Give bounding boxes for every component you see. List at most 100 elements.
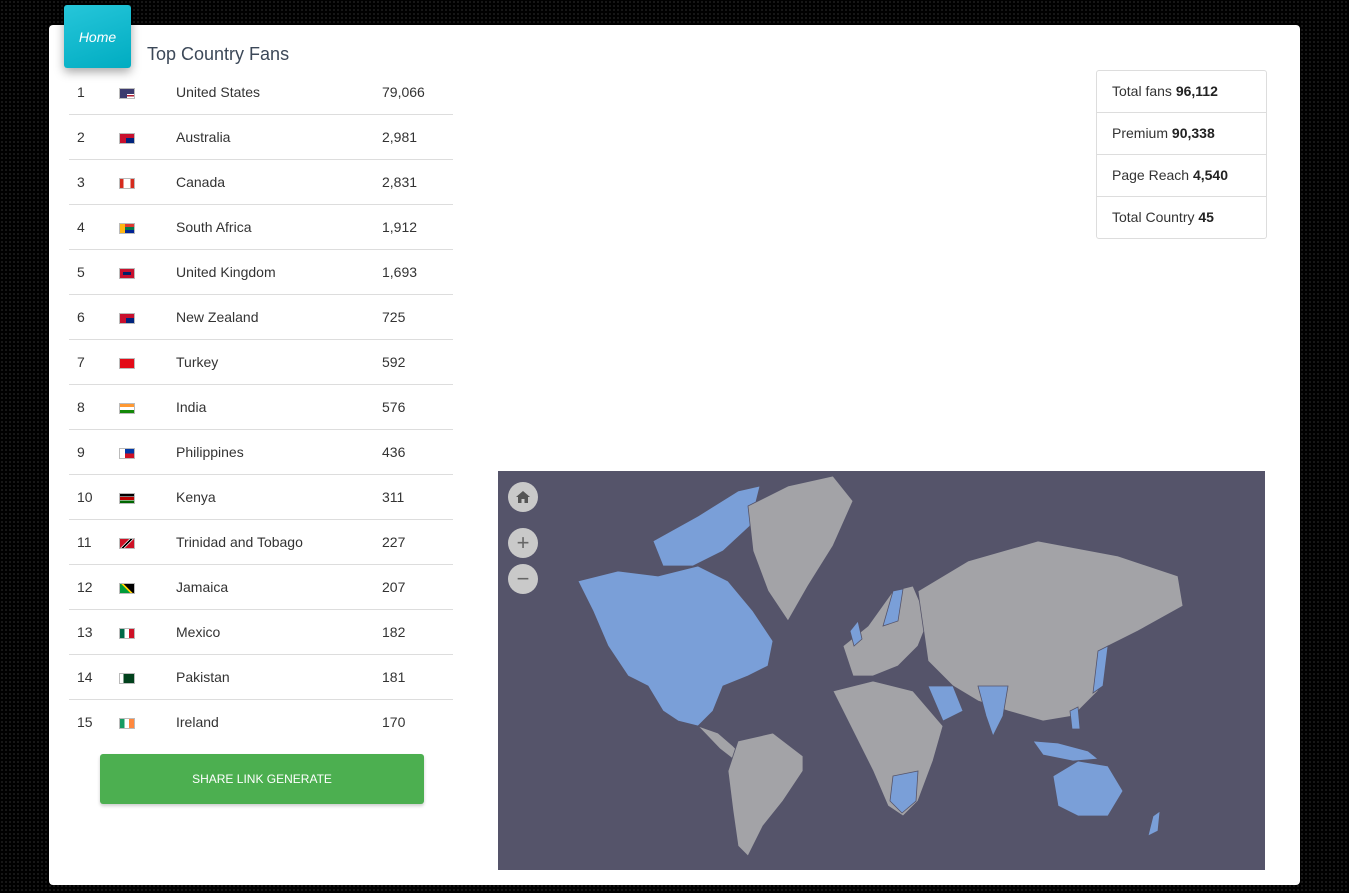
rank-cell: 14: [69, 654, 119, 700]
flag-cell: [119, 114, 176, 160]
flag-cell: [119, 519, 176, 565]
rank-cell: 6: [69, 294, 119, 340]
fans-cell: 1,912: [382, 204, 453, 250]
rank-cell: 1: [69, 70, 119, 115]
region-arctic-islands[interactable]: [652, 485, 761, 567]
country-cell: Canada: [176, 159, 382, 205]
fans-cell: 207: [382, 564, 453, 610]
fans-cell: 2,981: [382, 114, 453, 160]
country-cell: Ireland: [176, 714, 219, 730]
rank-cell: 7: [69, 339, 119, 385]
fans-cell: 181: [382, 654, 453, 700]
flag-in-icon: [119, 402, 135, 414]
flag-cell: [119, 339, 176, 385]
rank-cell: 12: [69, 564, 119, 610]
stat-value: 4,540: [1192, 167, 1228, 183]
region-new-zealand[interactable]: [1147, 810, 1161, 837]
rank-cell: 8: [69, 384, 119, 430]
country-cell: Jamaica: [176, 564, 382, 610]
table-row: 6 New Zealand 725: [69, 294, 453, 340]
country-cell: United Kingdom: [176, 249, 382, 295]
map-zoom-in-button[interactable]: +: [508, 528, 538, 558]
flag-pk-icon: [119, 672, 135, 684]
flag-cell: [119, 70, 176, 115]
stat-label: Page Reach: [1112, 167, 1190, 183]
flag-au-icon: [119, 132, 135, 144]
rank-cell: 4: [69, 204, 119, 250]
country-cell: Pakistan: [176, 654, 382, 700]
fans-cell: 436: [382, 429, 453, 475]
table-row: 5 United Kingdom 1,693: [69, 249, 453, 295]
flag-nz-icon: [119, 312, 135, 324]
flag-cell: [119, 159, 176, 205]
fans-cell: 725: [382, 294, 453, 340]
rank-cell: 10: [69, 474, 119, 520]
fans-cell: 2,831: [382, 159, 453, 205]
map-zoom-out-button[interactable]: −: [508, 564, 538, 594]
fans-cell: 79,066: [382, 70, 453, 115]
region-north-america[interactable]: [577, 565, 774, 727]
stat-label: Total Country: [1112, 209, 1195, 225]
rank-cell: 5: [69, 249, 119, 295]
flag-cell: [119, 294, 176, 340]
stat-label: Premium: [1112, 125, 1169, 141]
country-cell: Trinidad and Tobago: [176, 519, 382, 565]
region-south-america[interactable]: [727, 732, 804, 857]
region-africa[interactable]: [832, 680, 944, 817]
rank-cell: 2: [69, 114, 119, 160]
table-row: 11 Trinidad and Tobago 227: [69, 519, 453, 565]
flag-us-icon: [119, 87, 135, 99]
home-icon: [516, 491, 530, 503]
flag-jm-icon: [119, 582, 135, 594]
flag-cell: [119, 429, 176, 475]
table-row: 7 Turkey 592: [69, 339, 453, 385]
map-home-button[interactable]: [508, 482, 538, 512]
flag-ie-icon: [119, 717, 135, 729]
flag-cell: [119, 249, 176, 295]
country-cell: Australia: [176, 114, 382, 160]
table-row: 3 Canada 2,831: [69, 159, 453, 205]
fans-cell: 592: [382, 339, 453, 385]
region-philippines[interactable]: [1069, 706, 1081, 730]
stat-premium: Premium 90,338: [1097, 113, 1266, 155]
flag-tr-icon: [119, 357, 135, 369]
flag-cell: [119, 609, 176, 655]
minus-icon: −: [516, 566, 530, 591]
stat-value: 45: [1198, 209, 1214, 225]
share-link-generate-button[interactable]: SHARE LINK GENERATE: [100, 754, 424, 804]
country-cell: India: [176, 384, 382, 430]
stat-label: Total fans: [1112, 83, 1172, 99]
world-map-svg[interactable]: [498, 471, 1265, 870]
table-row: 13 Mexico 182: [69, 609, 453, 655]
home-tab[interactable]: Home: [64, 5, 131, 68]
fans-cell: 311: [382, 474, 453, 520]
stat-total-country: Total Country 45: [1097, 197, 1266, 238]
top-country-table: 1 United States 79,066 2 Australia 2,981 3 Cana…: [69, 70, 453, 744]
table-row: 15 Ireland 170: [69, 700, 453, 745]
table-row: 1 United States 79,066: [69, 70, 453, 115]
rank-cell: 11: [69, 519, 119, 565]
rank-cell: 15: [77, 714, 93, 730]
region-greenland[interactable]: [747, 475, 854, 622]
table-row: 9 Philippines 436: [69, 429, 453, 475]
flag-cell: [119, 204, 176, 250]
world-map[interactable]: + −: [498, 471, 1265, 870]
table-row: 4 South Africa 1,912: [69, 204, 453, 250]
stat-total-fans: Total fans 96,112: [1097, 71, 1266, 113]
region-india[interactable]: [977, 685, 1009, 738]
flag-gb-icon: [119, 267, 135, 279]
stat-page-reach: Page Reach 4,540: [1097, 155, 1266, 197]
region-australia[interactable]: [1052, 760, 1124, 817]
flag-ke-icon: [119, 492, 135, 504]
table-row: 12 Jamaica 207: [69, 564, 453, 610]
page-title: Top Country Fans: [147, 44, 290, 64]
stats-panel: Total fans 96,112 Premium 90,338 Page Re…: [1096, 70, 1267, 239]
region-indonesia[interactable]: [1032, 740, 1100, 762]
flag-mx-icon: [119, 627, 135, 639]
country-cell: New Zealand: [176, 294, 382, 340]
region-asia[interactable]: [917, 540, 1184, 722]
flag-tt-icon: [119, 537, 135, 549]
rank-cell: 9: [69, 429, 119, 475]
stat-value: 96,112: [1175, 83, 1218, 99]
table-row: 10 Kenya 311: [69, 474, 453, 520]
